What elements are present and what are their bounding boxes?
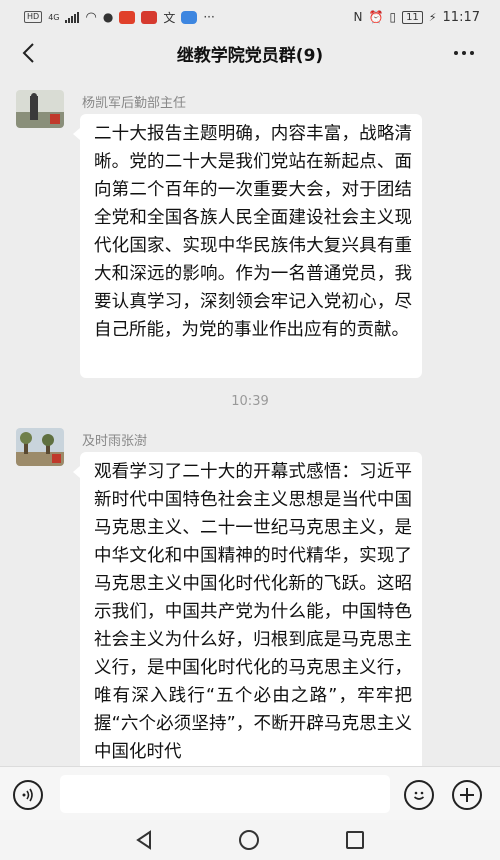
status-bar: HD 4G ◠ ● 文 ··· N ⏰ ▯ 11 ⚡ 11:17 <box>0 0 500 34</box>
chat-title: 继教学院党员群(9) <box>176 45 324 66</box>
system-back-icon[interactable] <box>133 829 155 851</box>
voice-icon[interactable] <box>13 780 43 810</box>
sender-name: 及时雨张澍 <box>82 434 148 449</box>
chat-header: 继教学院党员群(9) <box>0 34 500 72</box>
signal-icon <box>65 11 80 23</box>
app-notification-icon <box>119 10 136 24</box>
avatar[interactable] <box>16 428 64 466</box>
status-time: 11:17 <box>442 9 480 25</box>
message-icon: ● <box>102 10 114 24</box>
message-timestamp: 10:39 <box>231 394 269 409</box>
system-nav-bar <box>0 820 500 860</box>
status-left: HD 4G ◠ ● 文 ··· <box>24 9 215 26</box>
message-bubble[interactable]: 观看学习了二十大的开幕式感悟：习近平新时代中国特色社会主义思想是当代中国马克思主… <box>73 452 422 766</box>
system-recent-apps-icon[interactable] <box>346 831 364 849</box>
back-arrow-icon[interactable] <box>14 38 42 68</box>
vibrate-icon: ▯ <box>389 10 397 24</box>
more-dots-icon[interactable] <box>454 34 474 72</box>
message-input[interactable] <box>60 775 390 813</box>
system-home-icon[interactable] <box>239 830 259 850</box>
chat-area[interactable]: 杨凯军后勤部主任 二十大报告主题明确，内容丰富，战略清晰。党的二十大是我们党站在… <box>0 72 500 766</box>
text-app-icon: 文 <box>163 10 176 25</box>
status-right: N ⏰ ▯ 11 ⚡ 11:17 <box>354 10 480 25</box>
hd-badge: HD <box>24 11 43 23</box>
plus-icon[interactable] <box>452 780 482 810</box>
charging-icon: ⚡ <box>428 10 437 24</box>
nfc-icon: N <box>353 10 363 24</box>
emoji-icon[interactable] <box>404 780 434 810</box>
sender-name: 杨凯军后勤部主任 <box>82 96 187 111</box>
avatar[interactable] <box>16 90 64 128</box>
more-notifications-icon: ··· <box>203 10 215 24</box>
wifi-icon: ◠ <box>85 9 97 25</box>
alarm-icon: ⏰ <box>368 10 384 24</box>
app-notification-icon-2 <box>141 10 158 24</box>
input-bar <box>0 766 500 820</box>
cloud-app-icon <box>181 10 198 24</box>
network-label: 4G <box>48 12 60 22</box>
battery-icon: 11 <box>402 10 423 24</box>
message-bubble[interactable]: 二十大报告主题明确，内容丰富，战略清晰。党的二十大是我们党站在新起点、面向第二个… <box>73 114 422 378</box>
